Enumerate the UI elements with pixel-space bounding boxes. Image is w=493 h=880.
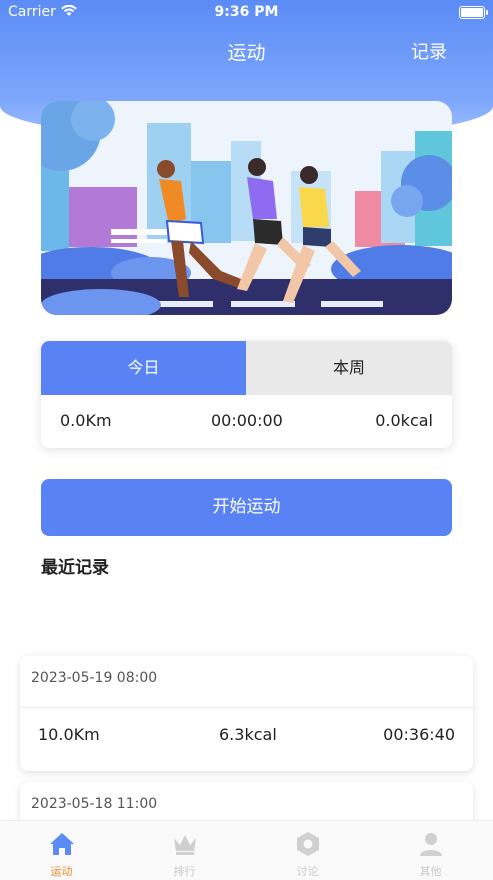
stats-card: 今日 本周 0.0Km 00:00:00 0.0kcal [41,341,452,448]
record-distance: 10.0Km [38,725,100,744]
record-date: 2023-05-18 11:00 [31,796,158,812]
tabbar-label-discussion: 讨论 [296,865,319,878]
recent-records-title: 最近记录 [41,558,109,578]
tabbar-item-discussion[interactable]: 讨论 [246,821,369,880]
tabbar-label-sport: 运动 [50,865,73,878]
records-link[interactable]: 记录 [411,38,447,64]
calories-value: 0.0kcal [375,411,433,430]
person-icon [420,833,442,856]
home-icon [50,833,74,855]
record-calories: 6.3kcal [219,725,277,744]
hexagon-icon [297,832,319,856]
start-workout-button[interactable]: 开始运动 [41,479,452,536]
tabbar-label-ranking: 排行 [173,865,196,878]
tabbar-item-other[interactable]: 其他 [369,821,492,880]
duration-value: 00:00:00 [211,411,283,430]
record-date: 2023-05-19 08:00 [31,670,158,686]
record-divider [20,707,473,708]
tab-today[interactable]: 今日 [41,341,246,395]
status-bar: Carrier 9:36 PM [0,0,493,26]
tabbar-item-sport[interactable]: 运动 [0,821,123,880]
battery-icon [459,6,488,19]
record-card[interactable]: 2023-05-19 08:00 10.0Km 6.3kcal 00:36:40 [20,656,473,771]
tab-week[interactable]: 本周 [246,341,452,395]
crown-icon [174,835,196,855]
tabbar-item-ranking[interactable]: 排行 [123,821,246,880]
record-duration: 00:36:40 [383,725,455,744]
running-illustration-banner [41,101,452,315]
distance-value: 0.0Km [60,411,112,430]
status-time: 9:36 PM [214,4,279,20]
tabbar-label-other: 其他 [419,865,442,878]
runners-illustration [41,101,452,315]
bottom-tab-bar: 运动 排行 讨论 其他 [0,820,493,880]
